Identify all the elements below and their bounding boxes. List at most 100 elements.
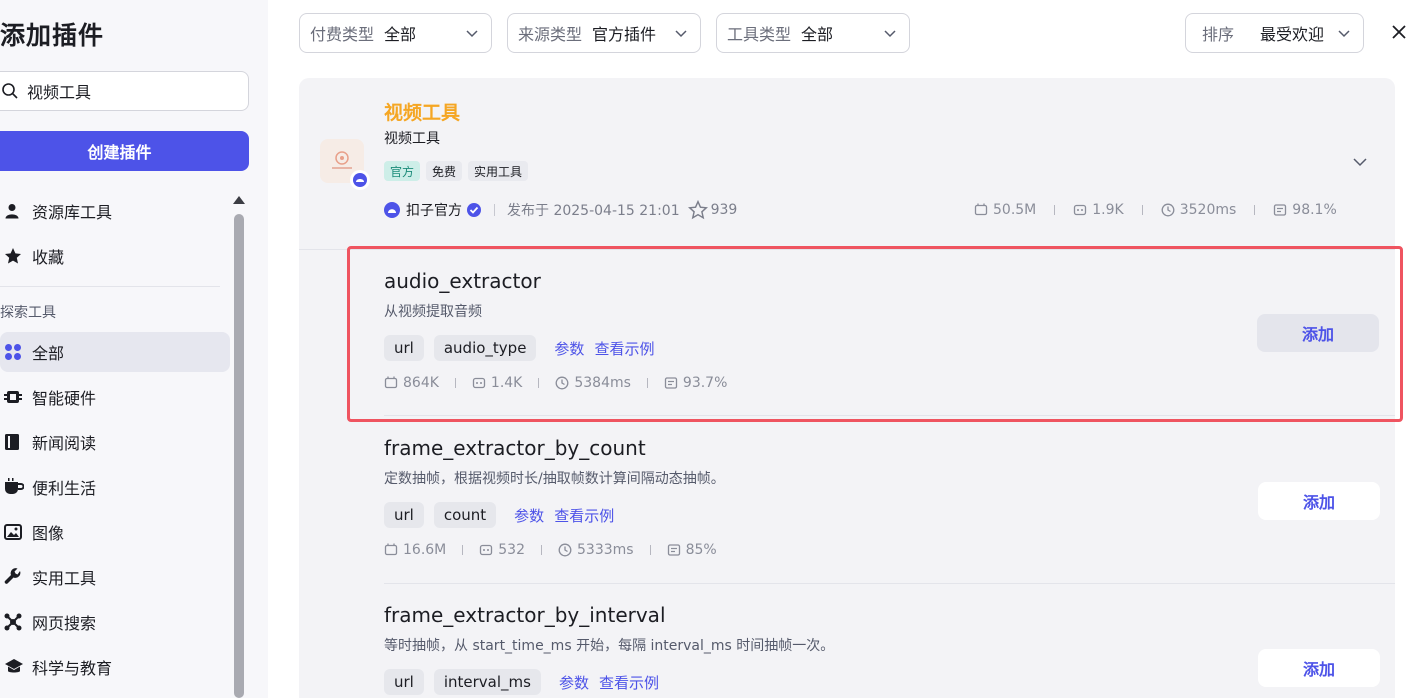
filter-pay-type[interactable]: 付费类型 全部 bbox=[299, 13, 492, 53]
search-input[interactable] bbox=[27, 81, 217, 101]
sidebar-item-life[interactable]: 便利生活 bbox=[0, 467, 230, 507]
plugin-tags: 官方 免费 实用工具 bbox=[384, 161, 529, 181]
plugin-name[interactable]: 视频工具 bbox=[384, 98, 460, 125]
stat-success: 98.1% bbox=[1292, 202, 1337, 218]
bot-icon bbox=[1074, 204, 1087, 216]
sidebar: 添加插件 创建插件 资源库工具 收藏 探索工具 全部 智能硬件 新闻阅读 便利生… bbox=[0, 0, 268, 698]
publish-date: 发布于 2025-04-15 21:01 bbox=[507, 203, 680, 219]
chevron-down-icon bbox=[466, 30, 478, 38]
success-rate-icon bbox=[1274, 204, 1287, 216]
stat-bots: 532 bbox=[498, 542, 525, 558]
filter-label: 来源类型 bbox=[518, 25, 583, 44]
tag-official: 官方 bbox=[384, 161, 421, 181]
tool-stats: 16.6M 532 5333ms 85% bbox=[384, 542, 725, 558]
stat-success: 85% bbox=[685, 542, 717, 558]
plugin-stats: 50.5M 1.9K 3520ms 98.1% bbox=[974, 202, 1337, 218]
tag-free: 免费 bbox=[426, 161, 463, 181]
star-count: 939 bbox=[710, 202, 738, 218]
usage-icon bbox=[974, 203, 988, 216]
search-box[interactable] bbox=[0, 71, 249, 111]
usage-icon bbox=[384, 543, 398, 556]
wrench-icon bbox=[4, 568, 32, 586]
sidebar-item-favorites[interactable]: 收藏 bbox=[0, 236, 230, 276]
author-avatar-icon bbox=[384, 202, 400, 218]
plugin-meta: 扣子官方 发布于 2025-04-15 21:01 939 bbox=[384, 200, 737, 220]
bot-icon bbox=[480, 544, 493, 556]
add-tool-button[interactable]: 添加 bbox=[1258, 482, 1380, 520]
book-icon bbox=[4, 433, 32, 451]
sidebar-item-news[interactable]: 新闻阅读 bbox=[0, 422, 230, 462]
example-link[interactable]: 查看示例 bbox=[599, 672, 659, 693]
stat-latency: 5333ms bbox=[577, 542, 634, 558]
tool-description: 等时抽帧，从 start_time_ms 开始，每隔 interval_ms 时… bbox=[384, 638, 835, 654]
panel-title: 添加插件 bbox=[0, 21, 105, 50]
tool-name: frame_extractor_by_count bbox=[384, 436, 646, 460]
params-link[interactable]: 参数 bbox=[559, 672, 589, 693]
close-icon[interactable] bbox=[1390, 23, 1408, 41]
sort-select[interactable]: 排序 最受欢迎 bbox=[1185, 13, 1364, 53]
sidebar-item-library[interactable]: 资源库工具 bbox=[0, 191, 230, 231]
scroll-up-arrow[interactable] bbox=[233, 196, 245, 204]
stat-bots: 1.9K bbox=[1092, 202, 1124, 218]
chevron-down-icon bbox=[884, 30, 896, 38]
favorite-count[interactable]: 939 bbox=[687, 200, 738, 220]
sidebar-item-label: 全部 bbox=[32, 344, 65, 363]
image-icon bbox=[4, 524, 32, 540]
verified-icon bbox=[467, 203, 481, 217]
divider bbox=[0, 286, 220, 287]
search-icon bbox=[2, 83, 18, 99]
tool-params: url interval_ms 参数 查看示例 bbox=[384, 669, 834, 695]
sidebar-item-image[interactable]: 图像 bbox=[0, 512, 230, 552]
section-label: 探索工具 bbox=[0, 305, 56, 321]
sidebar-item-label: 资源库工具 bbox=[32, 203, 113, 222]
sort-label: 排序 bbox=[1202, 25, 1235, 44]
clock-icon bbox=[1161, 203, 1175, 217]
network-icon bbox=[4, 613, 32, 631]
sort-value: 最受欢迎 bbox=[1260, 25, 1325, 44]
chevron-down-icon bbox=[1338, 30, 1350, 38]
add-tool-button[interactable]: 添加 bbox=[1258, 649, 1380, 687]
filter-value: 全部 bbox=[801, 25, 834, 44]
params-link[interactable]: 参数 bbox=[514, 505, 544, 526]
sidebar-item-utilities[interactable]: 实用工具 bbox=[0, 557, 230, 597]
grid-icon bbox=[4, 343, 32, 361]
success-rate-icon bbox=[667, 544, 680, 556]
cup-icon bbox=[4, 478, 32, 496]
author-name[interactable]: 扣子官方 bbox=[406, 200, 462, 220]
chevron-down-icon bbox=[675, 30, 687, 38]
selection-highlight bbox=[347, 246, 1403, 422]
sidebar-item-label: 图像 bbox=[32, 524, 65, 543]
sidebar-item-hardware[interactable]: 智能硬件 bbox=[0, 377, 230, 417]
chevron-down-icon[interactable] bbox=[1352, 155, 1368, 169]
example-link[interactable]: 查看示例 bbox=[554, 505, 614, 526]
sidebar-item-label: 实用工具 bbox=[32, 569, 97, 588]
tool-params: url count 参数 查看示例 bbox=[384, 502, 725, 528]
chip-icon bbox=[4, 388, 32, 406]
filter-tool-type[interactable]: 工具类型 全部 bbox=[716, 13, 910, 53]
filter-source-type[interactable]: 来源类型 官方插件 bbox=[507, 13, 701, 53]
sidebar-item-label: 新闻阅读 bbox=[32, 434, 97, 453]
sidebar-item-science[interactable]: 科学与教育 bbox=[0, 647, 230, 687]
param-tag: url bbox=[384, 502, 424, 528]
create-plugin-button[interactable]: 创建插件 bbox=[0, 131, 249, 171]
sidebar-item-web-search[interactable]: 网页搜索 bbox=[0, 602, 230, 642]
sidebar-item-label: 网页搜索 bbox=[32, 614, 97, 633]
filter-value: 全部 bbox=[384, 25, 417, 44]
sidebar-item-label: 收藏 bbox=[32, 248, 65, 267]
user-icon bbox=[4, 203, 32, 219]
stat-latency: 3520ms bbox=[1179, 202, 1237, 218]
sidebar-item-label: 便利生活 bbox=[32, 479, 97, 498]
official-badge-icon bbox=[350, 170, 370, 190]
tool-description: 定数抽帧，根据视频时长/抽取帧数计算间隔动态抽帧。 bbox=[384, 471, 725, 487]
graduation-icon bbox=[4, 658, 32, 676]
plugin-description: 视频工具 bbox=[384, 131, 440, 147]
star-icon bbox=[4, 247, 32, 265]
filter-label: 工具类型 bbox=[727, 25, 792, 44]
filter-value: 官方插件 bbox=[592, 25, 657, 44]
tool-name: frame_extractor_by_interval bbox=[384, 603, 666, 627]
tool-row: frame_extractor_by_count 定数抽帧，根据视频时长/抽取帧… bbox=[384, 436, 725, 558]
scrollbar-thumb[interactable] bbox=[234, 214, 244, 698]
param-tag: interval_ms bbox=[433, 669, 541, 695]
clock-icon bbox=[558, 543, 572, 557]
sidebar-item-all[interactable]: 全部 bbox=[0, 332, 230, 372]
